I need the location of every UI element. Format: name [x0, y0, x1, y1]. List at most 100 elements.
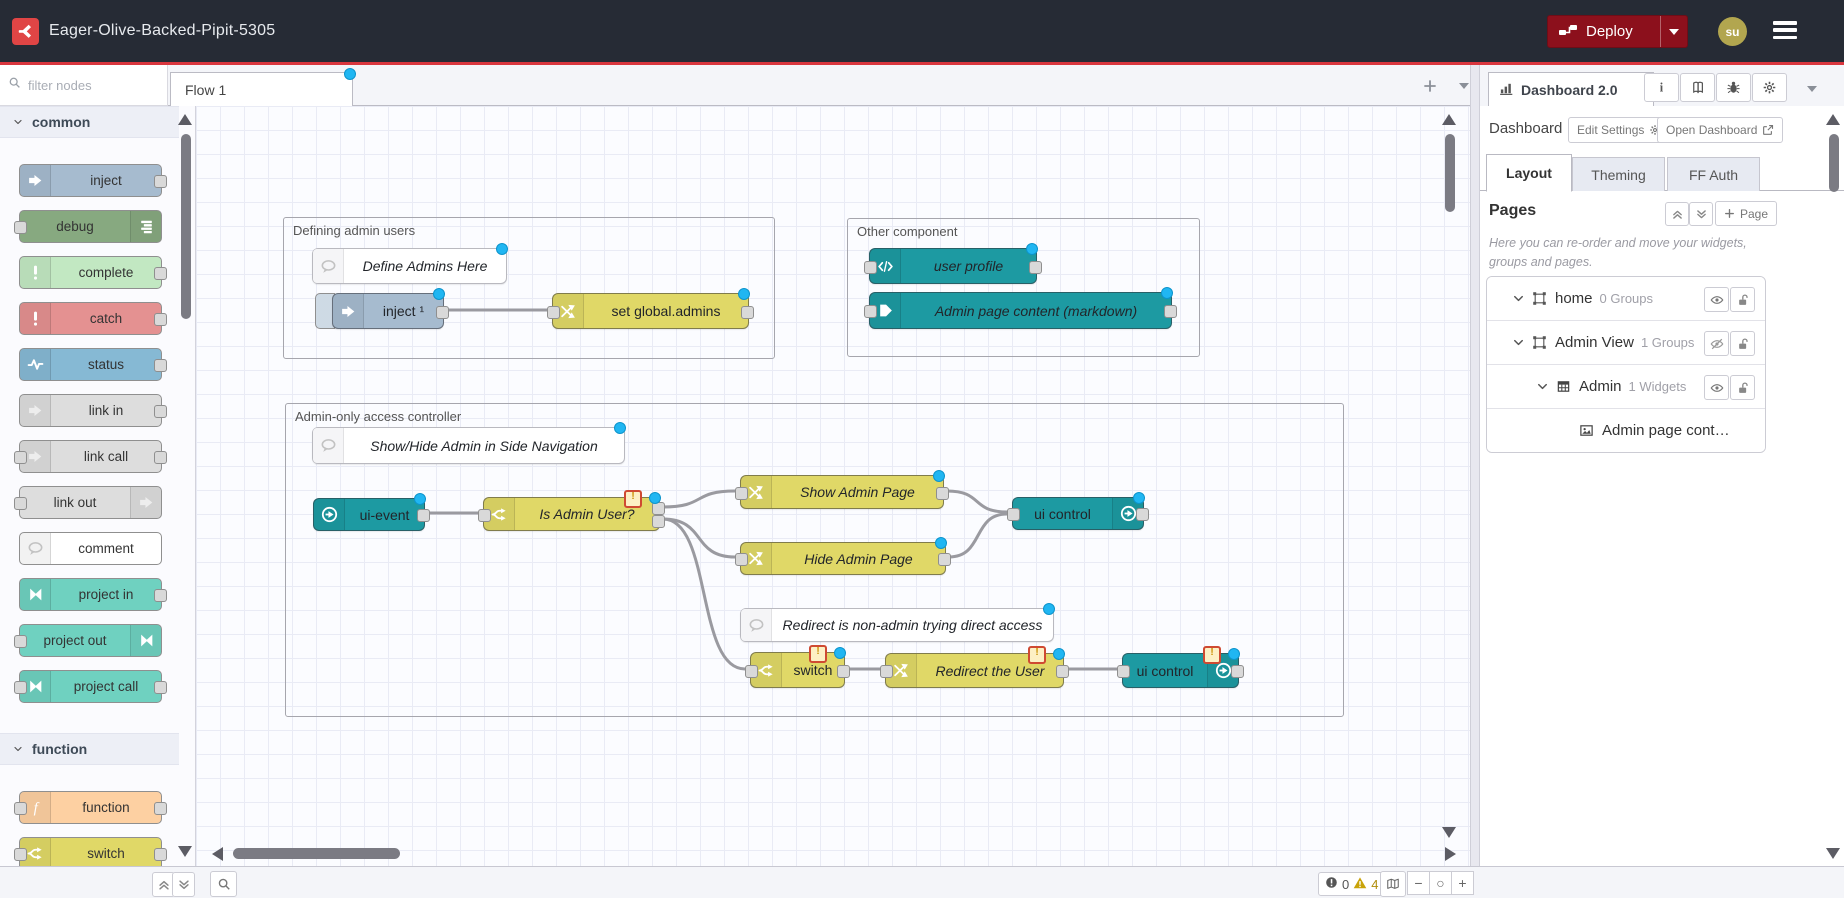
flow-node-ui-event[interactable]: ui-event	[313, 498, 425, 531]
input-port[interactable]	[14, 681, 27, 694]
output-port[interactable]	[1136, 508, 1149, 521]
palette-category-header[interactable]: function	[0, 733, 179, 765]
expand-all-button[interactable]	[1689, 202, 1713, 226]
output-port[interactable]	[1164, 305, 1177, 318]
tab-debug-button[interactable]	[1716, 73, 1751, 102]
edit-settings-button[interactable]: Edit Settings	[1568, 117, 1670, 143]
add-flow-button[interactable]	[1418, 74, 1442, 98]
flow-node-set-global-admins[interactable]: set global.admins	[552, 293, 749, 329]
output-port[interactable]	[154, 681, 167, 694]
zoom-out-button[interactable]: −	[1407, 871, 1430, 895]
palette-node-catch[interactable]: catch	[19, 302, 162, 335]
add-page-button[interactable]: Page	[1715, 201, 1777, 226]
visibility-off-button[interactable]	[1704, 331, 1729, 356]
input-port[interactable]	[14, 497, 27, 510]
flow-group-defining-admin-users[interactable]: Defining admin users	[283, 217, 775, 359]
tree-row-admin[interactable]: Admin1 Widgets	[1487, 365, 1765, 409]
output-port[interactable]	[1231, 665, 1244, 678]
chevron-down-icon[interactable]	[1511, 291, 1526, 306]
flow-node-comment-define-admins[interactable]: Define Admins Here	[312, 248, 507, 284]
palette-node-project-in[interactable]: project in	[19, 578, 162, 611]
canvas-scroll-right[interactable]	[1445, 847, 1456, 861]
canvas-hscrollbar-thumb[interactable]	[233, 848, 400, 859]
output-port[interactable]	[436, 306, 449, 319]
input-port[interactable]	[14, 802, 27, 815]
palette-node-link-out[interactable]: link out	[19, 486, 162, 519]
main-menu-button[interactable]	[1773, 21, 1797, 39]
palette-node-link-in[interactable]: link in	[19, 394, 162, 427]
visibility-button[interactable]	[1704, 287, 1729, 312]
tree-row-home[interactable]: home0 Groups	[1487, 277, 1765, 321]
flow-node-user-profile[interactable]: user profile	[869, 248, 1037, 284]
output-port[interactable]	[837, 665, 850, 678]
input-port[interactable]	[14, 451, 27, 464]
visibility-button[interactable]	[1704, 375, 1729, 400]
tab-dashboard-2[interactable]: Dashboard 2.0	[1488, 72, 1654, 107]
output-port[interactable]	[1029, 261, 1042, 274]
output-port[interactable]	[417, 509, 430, 522]
flow-node-hide-admin-page[interactable]: Hide Admin Page	[740, 542, 946, 575]
flow-node-inject-1[interactable]: inject ¹	[332, 293, 444, 329]
output-port[interactable]	[154, 802, 167, 815]
palette-node-link-call[interactable]: link call	[19, 440, 162, 473]
palette-node-debug[interactable]: debug	[19, 210, 162, 243]
canvas-scroll-up[interactable]	[1442, 114, 1456, 125]
sidebar-tab-list-button[interactable]	[1800, 77, 1824, 101]
flow-node-admin-page-content[interactable]: Admin page content (markdown)	[869, 292, 1172, 329]
tab-ff-auth[interactable]: FF Auth	[1667, 157, 1760, 191]
flow-node-ui-control-2[interactable]: ui control!	[1122, 653, 1239, 688]
chevron-down-icon[interactable]	[1511, 335, 1526, 350]
palette-node-switch[interactable]: switch	[19, 837, 162, 866]
input-port[interactable]	[14, 635, 27, 648]
sidebar-scrollbar-thumb[interactable]	[1829, 134, 1839, 192]
tab-layout[interactable]: Layout	[1486, 154, 1572, 192]
tab-config-button[interactable]	[1752, 73, 1787, 102]
palette-node-project-call[interactable]: project call	[19, 670, 162, 703]
tree-row-admin-view[interactable]: Admin View1 Groups	[1487, 321, 1765, 365]
flow-node-show-admin-page[interactable]: Show Admin Page	[740, 475, 944, 509]
output-port[interactable]	[154, 359, 167, 372]
tree-row-admin-page-content-markdown-[interactable]: Admin page content (markdown)	[1487, 409, 1765, 452]
input-port[interactable]	[745, 665, 758, 678]
sidebar-scroll-up[interactable]	[1826, 114, 1840, 125]
palette-node-project-out[interactable]: project out	[19, 624, 162, 657]
tab-help-button[interactable]	[1680, 73, 1715, 102]
flow-tab[interactable]: Flow 1	[170, 72, 353, 107]
minimap-toggle-button[interactable]	[1380, 871, 1406, 897]
output-port[interactable]	[1056, 665, 1069, 678]
output-port[interactable]	[154, 848, 167, 861]
tab-info-button[interactable]: i	[1644, 73, 1679, 102]
zoom-in-button[interactable]: +	[1451, 871, 1474, 895]
input-port[interactable]	[864, 305, 877, 318]
flow-node-ui-control-1[interactable]: ui control	[1012, 497, 1144, 530]
output-port[interactable]	[154, 451, 167, 464]
flow-canvas[interactable]: Defining admin users Other componentAdmin…	[196, 106, 1478, 866]
flow-node-is-admin-user[interactable]: Is Admin User?!	[483, 497, 660, 531]
input-port[interactable]	[1007, 508, 1020, 521]
sidebar-scroll-down[interactable]	[1826, 848, 1840, 859]
input-port[interactable]	[735, 553, 748, 566]
notification-counts[interactable]: 0 4	[1318, 872, 1385, 896]
palette-node-status[interactable]: status	[19, 348, 162, 381]
deploy-options-button[interactable]	[1660, 16, 1687, 47]
flow-group-other-component[interactable]: Other component	[847, 218, 1200, 357]
input-port[interactable]	[880, 665, 893, 678]
flow-node-comment-redirect[interactable]: Redirect is non-admin trying direct acce…	[740, 608, 1054, 642]
output-port-2[interactable]	[652, 515, 665, 528]
sidebar-resize-handle[interactable]	[1470, 65, 1480, 866]
palette-expand-all-button[interactable]	[172, 872, 195, 897]
chevron-down-icon[interactable]	[1535, 379, 1550, 394]
output-port[interactable]	[154, 313, 167, 326]
tab-theming[interactable]: Theming	[1572, 157, 1665, 191]
user-avatar[interactable]: su	[1718, 17, 1747, 46]
canvas-scroll-down[interactable]	[1442, 827, 1456, 838]
output-port[interactable]	[741, 306, 754, 319]
input-port[interactable]	[735, 487, 748, 500]
lock-button[interactable]	[1730, 287, 1755, 312]
output-port[interactable]	[154, 589, 167, 602]
palette-node-comment[interactable]: comment	[19, 532, 162, 565]
output-port[interactable]	[938, 553, 951, 566]
output-port-1[interactable]	[652, 502, 665, 515]
palette-scroll-up[interactable]	[178, 114, 192, 125]
lock-button[interactable]	[1730, 375, 1755, 400]
